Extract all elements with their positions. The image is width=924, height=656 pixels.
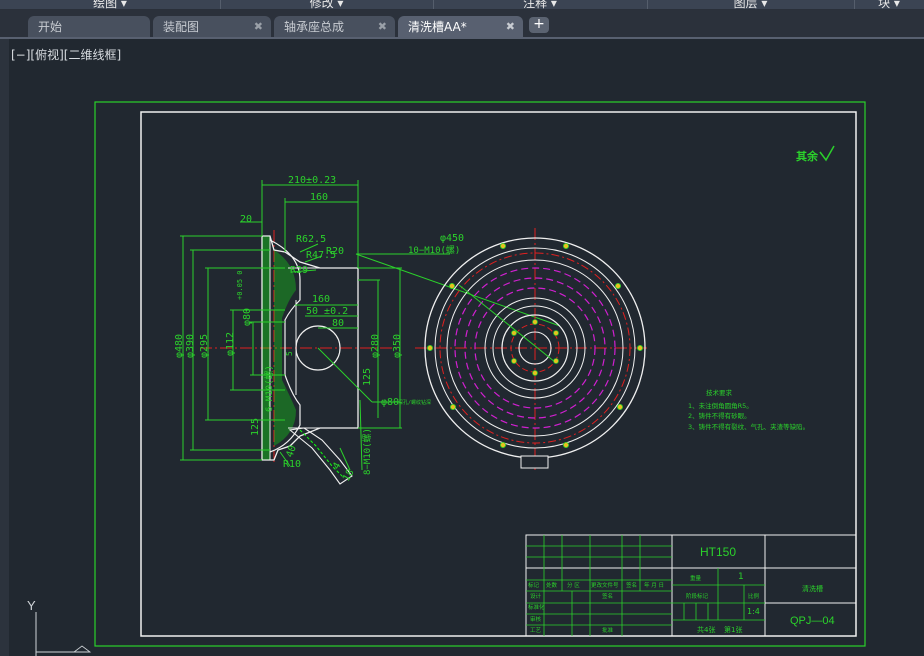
tb-label: 处数 <box>546 581 558 589</box>
dim-phi480: φ480 <box>174 334 185 358</box>
drawing-canvas[interactable]: 210±0.23 160 20 R62.5 R20 R47.5 R29 160 … <box>0 0 924 656</box>
roughness-symbol: 其余 <box>796 145 835 163</box>
tb-label: 设计 <box>530 592 542 600</box>
tech-note-2: 2、铸件不得有砂眼。 <box>688 411 751 420</box>
dim-20: 20 <box>240 214 252 225</box>
dim-m10-right: 8−M10(螺) <box>362 428 373 475</box>
scale-text: 1:4 <box>747 607 760 616</box>
dim-160-mid: 160 <box>312 294 330 305</box>
dim-phi350: φ350 <box>392 334 403 358</box>
outer-frame <box>94 101 866 647</box>
dim-r47: R47.5 <box>306 250 336 261</box>
dim-r62: R62.5 <box>296 234 326 245</box>
dim-40: 40 <box>284 444 298 459</box>
dim-160-top: 160 <box>310 192 328 203</box>
tb-label: 重量 <box>690 574 702 582</box>
ucs-icon: Y <box>27 598 92 656</box>
dim-note-small: 深孔/螺纹钻深 <box>398 399 431 406</box>
tech-requirements: 技术要求 1、未注倒角圆角R5。 2、铸件不得有砂眼。 3、铸件不得有裂纹、气孔… <box>688 388 809 431</box>
part-name-text: 清洗槽 <box>802 584 823 593</box>
tb-label: 签名 <box>602 592 613 600</box>
top-view <box>415 228 650 470</box>
tb-label: 批准 <box>602 626 614 634</box>
dim-phi295: φ295 <box>199 334 210 358</box>
tb-label: 阶段标记 <box>686 592 709 600</box>
dim-phi450: φ450 <box>440 233 464 244</box>
dim-phi80b: φ80 <box>381 397 399 408</box>
drawing-no-text: QPJ—04 <box>790 615 835 627</box>
dim-50: 50 ±0.2 <box>306 306 348 317</box>
tb-label: 比例 <box>748 592 760 600</box>
dim-80: 80 <box>332 318 344 329</box>
svg-text:其余: 其余 <box>796 149 819 163</box>
dim-phi390: φ390 <box>185 334 196 358</box>
dim-r29: R29 <box>290 265 308 276</box>
inner-frame <box>140 111 857 637</box>
dim-125b: 125 <box>250 418 261 436</box>
dim-phi80: φ80 <box>242 308 253 326</box>
quantity-text: 1 <box>738 572 744 582</box>
dim-tolerance: +0.05 0 <box>236 270 244 300</box>
tb-label: 签名 <box>626 581 637 589</box>
material-text: HT150 <box>700 545 736 559</box>
ucs-y-label: Y <box>27 598 36 613</box>
tech-title: 技术要求 <box>706 388 733 397</box>
tb-label: 审核 <box>530 615 542 623</box>
tb-label: 标记 <box>528 581 540 589</box>
tech-note-3: 3、铸件不得有裂纹、气孔、夹渣等缺陷。 <box>688 422 809 431</box>
dim-5: 5 <box>285 351 294 356</box>
dim-m10-top: 10−M10(螺) <box>408 245 460 256</box>
tb-label: 分 区 <box>567 581 580 589</box>
dim-phi280: φ280 <box>370 334 381 358</box>
tb-label: 年 月 日 <box>644 581 664 589</box>
sheet-total-text: 共4张 <box>697 625 715 634</box>
dim-r10: R10 <box>283 459 301 470</box>
tb-label: 标准化 <box>528 603 545 611</box>
dim-125: 125 <box>362 368 373 386</box>
tb-label: 更改文件号 <box>591 581 619 589</box>
dim-210: 210±0.23 <box>288 175 336 186</box>
tb-label: 工艺 <box>530 627 542 634</box>
tech-note-1: 1、未注倒角圆角R5。 <box>688 401 753 410</box>
sheet-no-text: 第1张 <box>724 625 742 634</box>
title-block: 标记 处数 分 区 更改文件号 签名 年 月 日 设计 标准化 审核 工艺 签名… <box>525 534 857 637</box>
dim-m10-left: 6−M10(螺) <box>264 365 275 412</box>
dim-phi112: φ112 <box>225 332 236 356</box>
